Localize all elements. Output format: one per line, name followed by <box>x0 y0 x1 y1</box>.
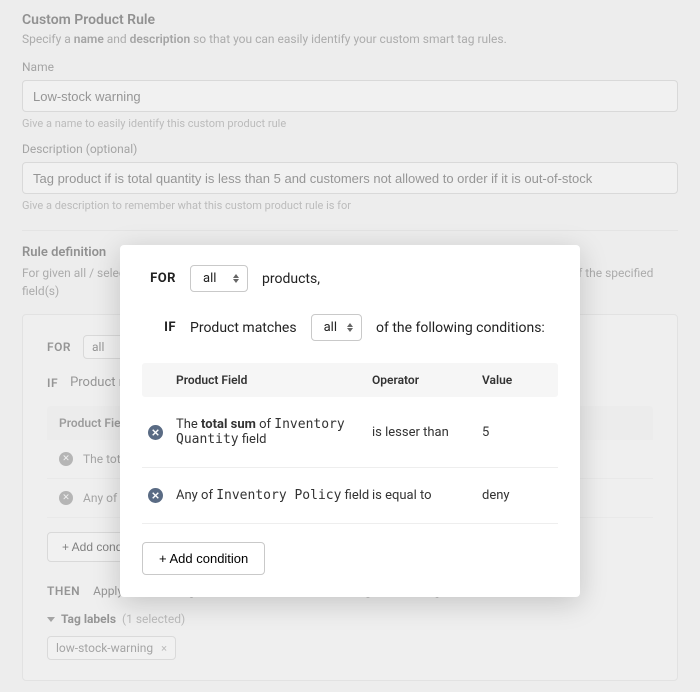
remove-condition-button[interactable] <box>148 488 163 503</box>
stepper-icon <box>233 274 239 283</box>
for-suffix-label: products, <box>262 271 320 287</box>
if-keyword: IF <box>142 320 176 335</box>
remove-condition-button[interactable] <box>148 425 163 440</box>
for-scope-select[interactable]: all <box>190 265 248 292</box>
condition-row: Any of Inventory Policy field is equal t… <box>142 468 558 524</box>
condition-row: The total sum of Inventory Quantity fiel… <box>142 397 558 468</box>
rule-conditions-modal: FOR all products, IF Product matches all… <box>120 245 580 597</box>
conditions-table-header: Product Field Operator Value <box>142 363 558 397</box>
if-suffix-label: of the following conditions: <box>376 320 545 336</box>
match-mode-select[interactable]: all <box>311 314 362 341</box>
condition-operator: is lesser than <box>372 425 482 440</box>
modal-if-row: IF Product matches all of the following … <box>142 314 558 341</box>
col-operator: Operator <box>372 373 482 387</box>
condition-field-text: Any of Inventory Policy field <box>176 488 372 503</box>
condition-value: 5 <box>482 425 552 440</box>
condition-field-text: The total sum of Inventory Quantity fiel… <box>176 417 372 447</box>
add-condition-button[interactable]: + Add condition <box>142 542 265 575</box>
if-prefix-label: Product matches <box>190 320 297 336</box>
close-icon <box>152 492 159 499</box>
modal-for-row: FOR all products, <box>142 265 558 292</box>
for-keyword: FOR <box>142 271 176 286</box>
condition-value: deny <box>482 488 552 503</box>
col-value: Value <box>482 373 552 387</box>
condition-operator: is equal to <box>372 488 482 503</box>
col-product-field: Product Field <box>176 373 372 387</box>
stepper-icon <box>347 323 353 332</box>
close-icon <box>152 429 159 436</box>
